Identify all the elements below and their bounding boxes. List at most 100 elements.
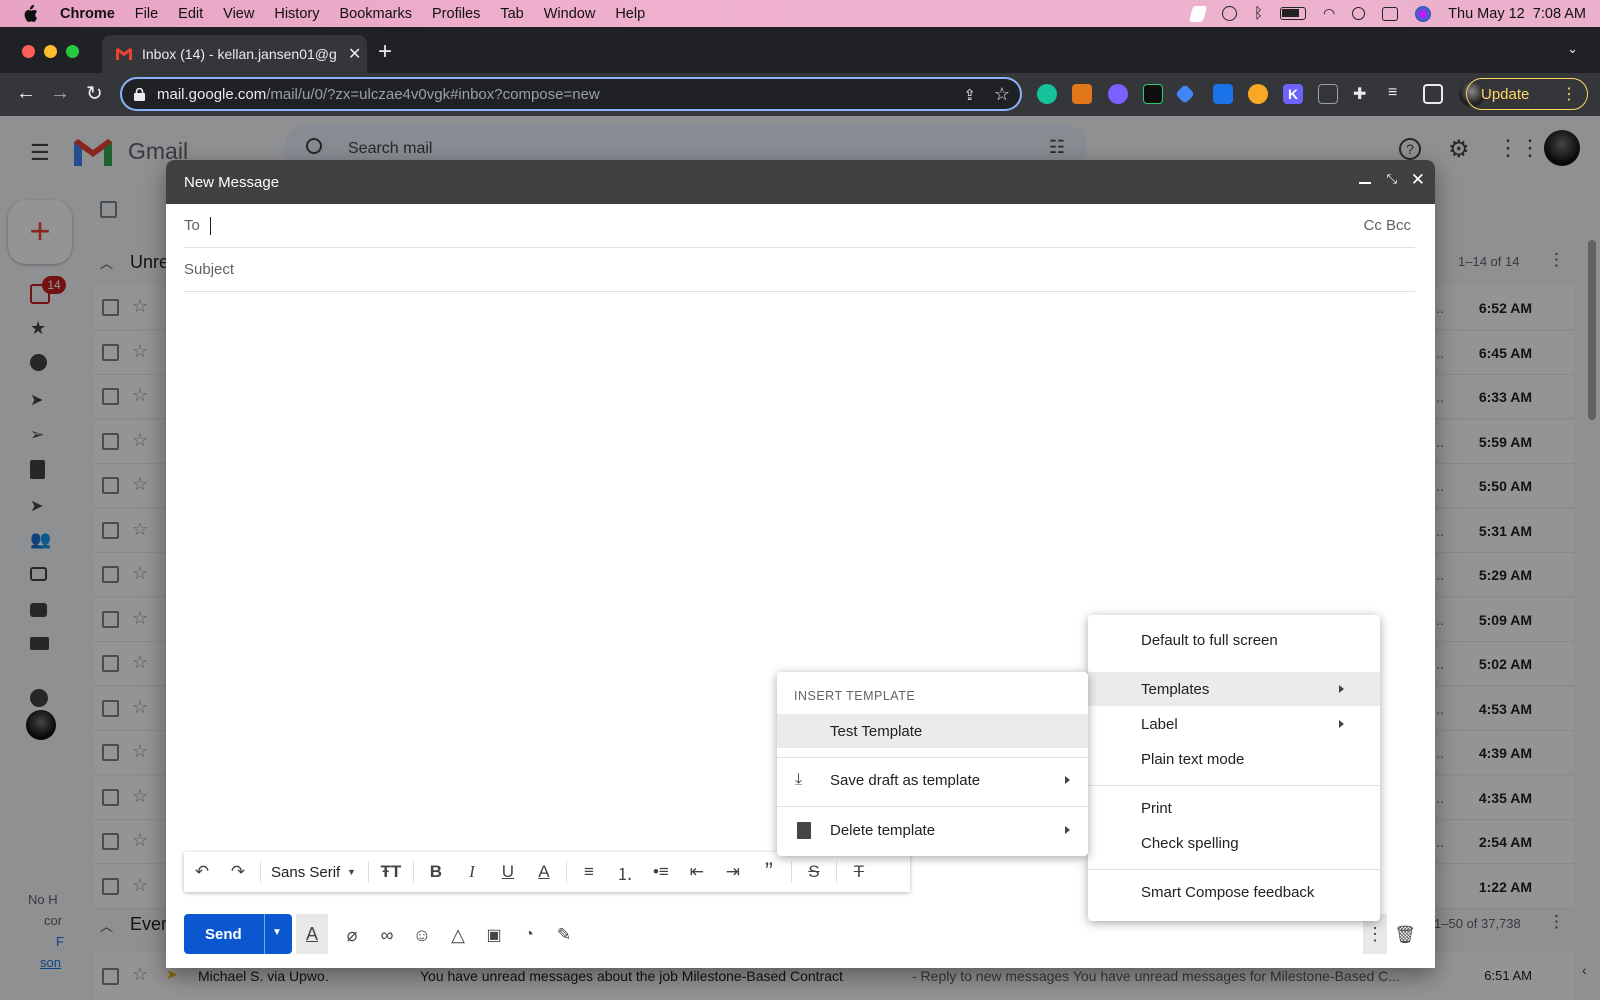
orange-extension-icon[interactable]	[1248, 84, 1268, 104]
download-icon: ⤓	[795, 771, 803, 788]
window-zoom-button[interactable]	[66, 45, 79, 58]
discard-draft-icon[interactable]: 🗑	[1394, 925, 1416, 945]
tiles-extension-icon[interactable]	[1213, 84, 1233, 104]
k-extension-icon[interactable]: K	[1283, 84, 1303, 104]
compose-header[interactable]: New Message ⤡ ✕	[166, 160, 1435, 204]
menu-edit[interactable]: Edit	[178, 6, 203, 22]
menu-profiles[interactable]: Profiles	[432, 6, 480, 22]
side-panel-icon[interactable]	[1423, 84, 1443, 104]
reload-icon[interactable]: ↻	[86, 81, 103, 106]
strikethrough-icon[interactable]: S	[796, 854, 832, 890]
browser-tab-inbox[interactable]: Inbox (14) - kellan.jansen01@g ✕	[102, 35, 367, 73]
close-icon[interactable]: ✕	[1411, 170, 1425, 190]
font-size-icon[interactable]: ŦT	[373, 854, 409, 890]
tab-list-chevron-icon[interactable]: ⌄	[1567, 41, 1578, 57]
tv-extension-icon[interactable]	[1318, 84, 1338, 104]
menubar-clock[interactable]: Thu May 12 7:08 AM	[1448, 6, 1586, 22]
siri-icon[interactable]	[1415, 5, 1432, 22]
send-options-icon[interactable]: ▼	[272, 927, 282, 938]
menu-item-label: Smart Compose feedback	[1141, 883, 1315, 901]
subject-input[interactable]: Subject	[184, 261, 234, 278]
discord-extension-icon[interactable]	[1108, 84, 1128, 104]
menu-window[interactable]: Window	[544, 6, 596, 22]
font-dropdown-icon[interactable]: ▼	[347, 867, 356, 877]
send-button[interactable]: Send ▼	[184, 914, 292, 954]
minimize-icon[interactable]	[1359, 182, 1371, 184]
drive-icon[interactable]: △	[448, 925, 468, 945]
apple-icon[interactable]	[22, 4, 38, 23]
menu-help[interactable]: Help	[615, 6, 645, 22]
status-app-icon[interactable]	[1188, 5, 1208, 22]
new-tab-button[interactable]: +	[378, 40, 392, 64]
menu-file[interactable]: File	[135, 6, 158, 22]
menu-item-templates[interactable]: Templates	[1088, 672, 1380, 706]
menu-item-delete-template[interactable]: Delete template	[777, 813, 1088, 847]
confidential-mode-icon[interactable]: ◔	[519, 925, 539, 945]
lock-icon[interactable]	[134, 87, 145, 101]
pop-out-icon[interactable]: ⤡	[1387, 171, 1397, 187]
formatting-options-icon[interactable]: A	[296, 914, 328, 954]
insert-link-icon[interactable]: ∞	[377, 925, 397, 945]
menu-item-save-draft-as-template[interactable]: ⤓ Save draft as template	[777, 763, 1088, 797]
emoji-icon[interactable]: ☺	[412, 925, 432, 945]
align-icon[interactable]: ≡	[571, 854, 607, 890]
menu-item-print[interactable]: Print	[1088, 791, 1380, 825]
menu-item-label[interactable]: Label	[1088, 707, 1380, 741]
italic-icon[interactable]: I	[454, 854, 490, 890]
metamask-extension-icon[interactable]	[1072, 84, 1092, 104]
to-input[interactable]	[209, 216, 211, 235]
update-label: Update	[1481, 85, 1530, 103]
media-queue-icon[interactable]: ≡	[1388, 84, 1408, 104]
battery-icon[interactable]	[1279, 7, 1306, 20]
spotlight-search-icon[interactable]	[1352, 7, 1366, 20]
back-arrow-icon[interactable]: ←	[16, 82, 36, 105]
window-close-button[interactable]	[22, 45, 35, 58]
menu-item-smart-compose-feedback[interactable]: Smart Compose feedback	[1088, 875, 1380, 909]
menu-view[interactable]: View	[223, 6, 254, 22]
control-center-icon[interactable]	[1382, 6, 1399, 21]
play-circle-icon[interactable]	[1221, 6, 1237, 21]
url-path: /mail/u/0/?zx=ulczae4v0vgk#inbox?compose…	[266, 85, 600, 103]
bold-icon[interactable]: B	[418, 854, 454, 890]
text-color-icon[interactable]: A	[526, 854, 562, 890]
wifi-icon[interactable]: ◠	[1323, 5, 1335, 22]
address-bar[interactable]: mail.google.com /mail/u/0/?zx=ulczae4v0v…	[120, 77, 1022, 111]
tab-close-icon[interactable]: ✕	[348, 44, 361, 64]
app-menu-chrome[interactable]: Chrome	[60, 6, 115, 22]
share-icon[interactable]: ⇪	[963, 86, 976, 104]
puzzle-extensions-icon[interactable]: ✚	[1353, 84, 1373, 104]
menu-tab[interactable]: Tab	[500, 6, 523, 22]
attach-file-icon[interactable]: ⌀	[342, 925, 362, 945]
signature-icon[interactable]: ✎	[554, 925, 574, 945]
grammarly-extension-icon[interactable]	[1037, 84, 1057, 104]
indent-more-icon[interactable]: ⇥	[715, 854, 751, 890]
subject-field[interactable]: Subject	[184, 248, 1415, 292]
redo-icon[interactable]: ↷	[220, 854, 256, 890]
pin-extension-icon[interactable]	[1175, 84, 1195, 104]
menu-item-label: Print	[1141, 799, 1172, 817]
bluetooth-icon[interactable]: ᛒ	[1254, 5, 1263, 22]
menu-item-check-spelling[interactable]: Check spelling	[1088, 826, 1380, 860]
cc-bcc-link[interactable]: Cc Bcc	[1363, 217, 1411, 234]
menu-bookmarks[interactable]: Bookmarks	[339, 6, 412, 22]
send-label: Send	[205, 925, 242, 943]
font-family-select[interactable]: Sans Serif	[271, 864, 347, 881]
bulleted-list-icon[interactable]: •≡	[643, 854, 679, 890]
to-field[interactable]: To Cc Bcc	[184, 204, 1415, 248]
indent-less-icon[interactable]: ⇤	[679, 854, 715, 890]
underline-icon[interactable]: U	[490, 854, 526, 890]
menu-history[interactable]: History	[274, 6, 319, 22]
menu-item-plain-text-mode[interactable]: Plain text mode	[1088, 742, 1380, 776]
menu-item-test-template[interactable]: Test Template	[777, 714, 1088, 748]
hand-extension-icon[interactable]	[1143, 84, 1163, 104]
window-minimize-button[interactable]	[44, 45, 57, 58]
numbered-list-icon[interactable]: ⒈	[607, 854, 643, 890]
chrome-update-button[interactable]: Update ⋮	[1466, 78, 1588, 110]
quote-icon[interactable]: ”	[751, 854, 787, 890]
insert-photo-icon[interactable]: ▣	[484, 925, 504, 945]
undo-icon[interactable]: ↶	[184, 854, 220, 890]
remove-formatting-icon[interactable]: T	[841, 854, 877, 890]
menu-item-default-full-screen[interactable]: Default to full screen	[1088, 623, 1380, 657]
bookmark-star-icon[interactable]: ☆	[994, 84, 1010, 105]
forward-arrow-icon[interactable]: →	[50, 82, 70, 105]
